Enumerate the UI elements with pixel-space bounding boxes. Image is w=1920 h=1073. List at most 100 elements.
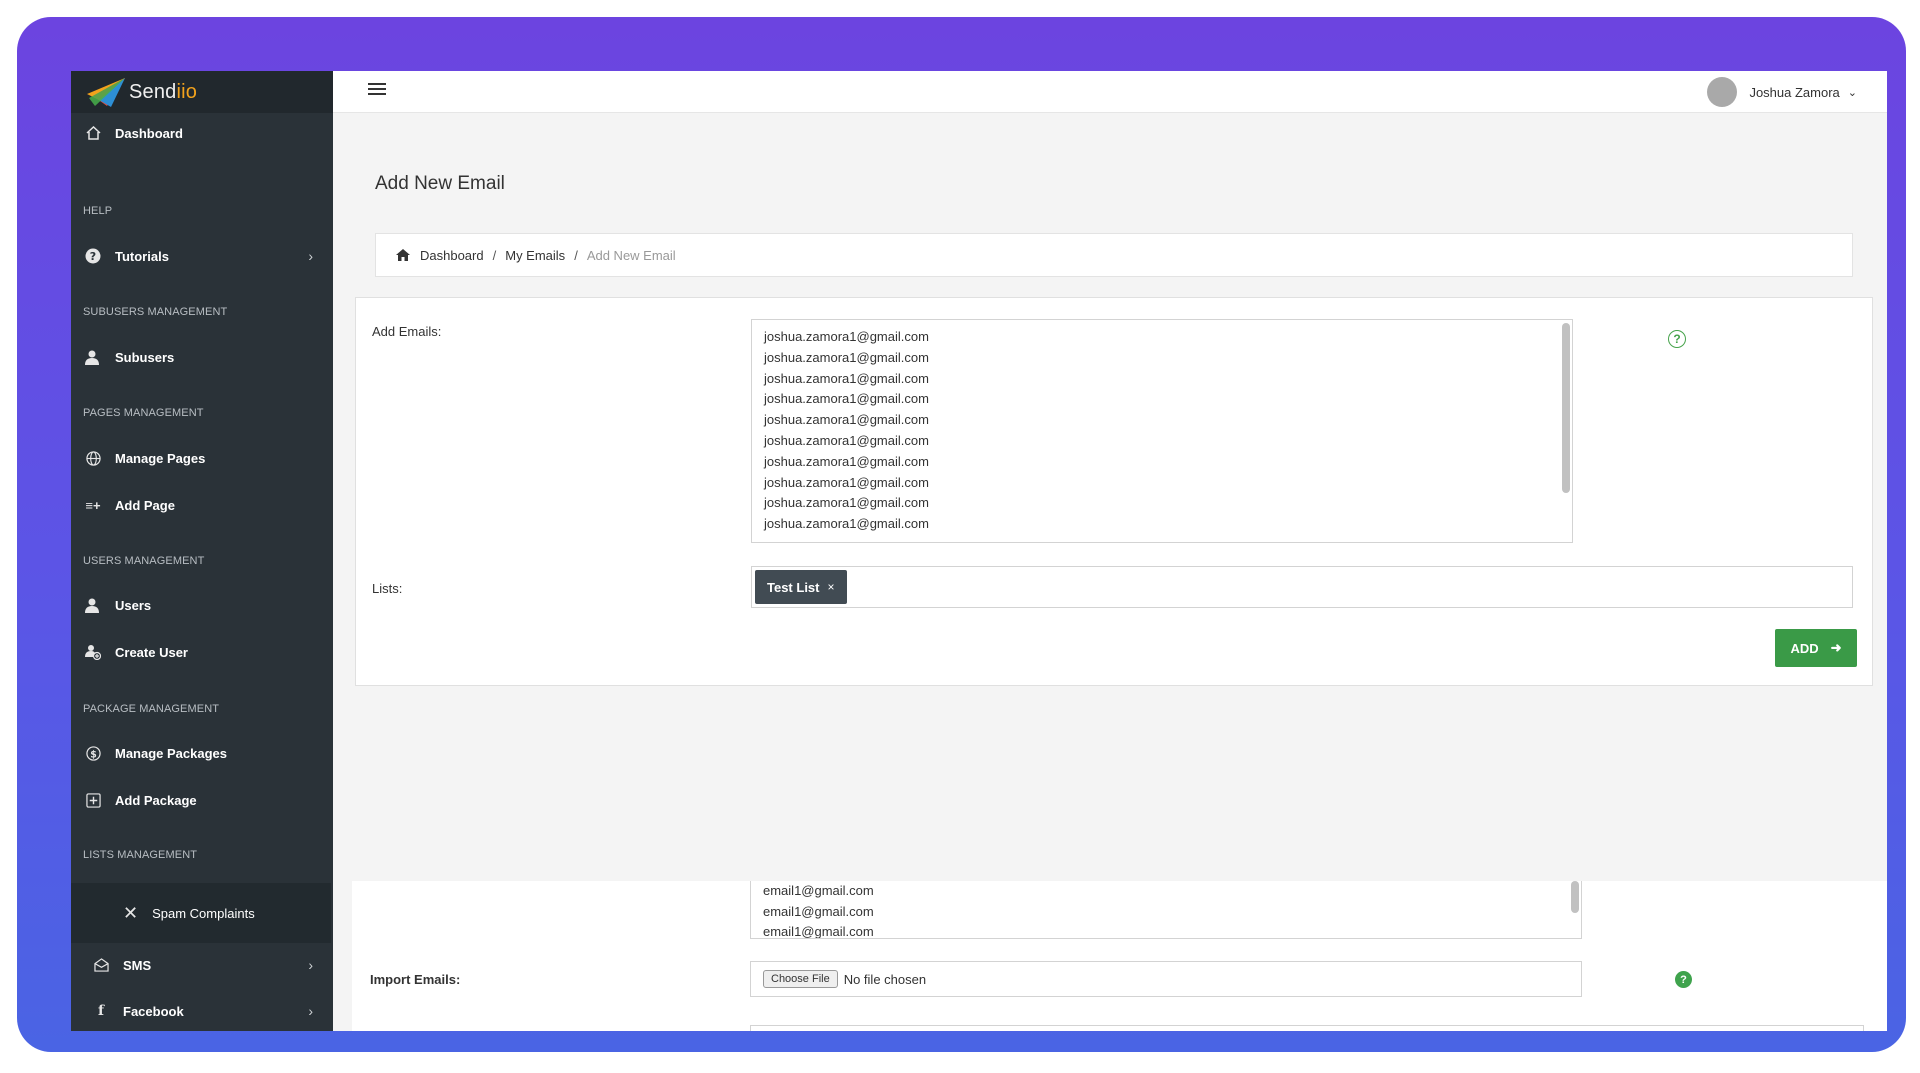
email-line: email1@gmail.com [763,903,874,919]
chevron-down-icon: ⌄ [1847,86,1857,99]
section-help: HELP [83,205,113,217]
sidebar-item-dashboard[interactable]: Dashboard [71,113,333,153]
section-subusers: SUBUSERS MANAGEMENT [83,306,228,318]
paper-plane-logo-icon [87,78,125,107]
file-status: No file chosen [843,971,927,987]
textarea-scrollbar[interactable] [1571,881,1579,913]
window-frame: Sendiio Dashboard HELP ? Tutorials › SUB… [17,17,1906,1052]
user-name: Joshua Zamora [1749,84,1840,100]
dollar-circle-icon: $ [83,743,103,763]
sidebar-item-label: Create User [115,644,188,660]
sidebar-item-label: SMS [123,957,152,973]
sidebar-item-manage-pages[interactable]: Manage Pages [71,438,333,478]
sidebar-item-label: Add Package [115,792,197,808]
email-line: email1@gmail.com [763,883,874,898]
sample-emails-textarea[interactable]: email1@gmail.com email1@gmail.com email1… [750,881,1582,939]
home-icon [396,249,410,261]
chevron-right-icon: › [308,248,313,264]
breadcrumb-dashboard[interactable]: Dashboard [420,248,484,263]
list-tag-label: Test List [767,579,820,595]
email-line: joshua.zamora1@gmail.com [764,495,929,511]
sidebar-item-label: Dashboard [115,125,183,141]
emails-textarea[interactable]: joshua.zamora1@gmail.com joshua.zamora1@… [751,319,1573,543]
sidebar-item-tutorials[interactable]: ? Tutorials › [71,236,333,276]
import-section: email1@gmail.com email1@gmail.com email1… [352,881,1887,1031]
user-menu[interactable]: Joshua Zamora ⌄ [1707,75,1857,109]
section-pages: PAGES MANAGEMENT [83,407,204,419]
sidebar-item-label: Manage Pages [115,450,206,466]
email-line: joshua.zamora1@gmail.com [764,370,929,386]
email-line: joshua.zamora1@gmail.com [764,432,929,448]
logo[interactable]: Sendiio [71,71,333,113]
envelope-open-icon [91,955,111,975]
lists-select[interactable]: Test List × [751,566,1853,608]
chevron-right-icon: › [308,957,313,973]
sidebar-item-facebook[interactable]: f Facebook › [71,991,333,1031]
breadcrumb: Dashboard / My Emails / Add New Email [375,233,1853,277]
import-file-input[interactable]: Choose File No file chosen [750,961,1582,997]
email-line: joshua.zamora1@gmail.com [764,474,929,490]
avatar [1707,77,1738,107]
user-add-icon [83,642,103,662]
add-emails-label: Add Emails: [372,324,442,339]
next-field[interactable] [750,1025,1864,1031]
svg-text:?: ? [90,250,96,263]
chevron-right-icon: › [308,1003,313,1019]
user-icon [83,595,103,615]
question-circle-icon: ? [83,246,103,266]
sidebar-item-manage-packages[interactable]: $ Manage Packages [71,733,333,773]
email-line: email1@gmail.com [763,924,874,939]
import-emails-label: Import Emails: [370,972,461,987]
sidebar-item-label: Spam Complaints [152,905,255,921]
sidebar-item-spam-complaints[interactable]: ✕ Spam Complaints [71,883,331,943]
sidebar-item-label: Add Page [115,497,175,513]
email-line: joshua.zamora1@gmail.com [764,349,929,365]
add-button[interactable]: ADD ➜ [1775,629,1857,667]
arrow-right-icon: ➜ [1830,640,1842,655]
home-icon [83,123,103,143]
hamburger-menu-icon[interactable] [368,83,386,97]
add-email-form: Add Emails: joshua.zamora1@gmail.com jos… [355,297,1873,686]
page-title: Add New Email [375,173,505,194]
sidebar-item-users[interactable]: Users [71,585,333,625]
help-icon[interactable]: ? [1668,330,1686,348]
choose-file-button[interactable]: Choose File [763,970,838,988]
email-line: joshua.zamora1@gmail.com [764,412,929,428]
section-lists: LISTS MANAGEMENT [83,849,198,861]
email-line: joshua.zamora1@gmail.com [764,516,929,532]
breadcrumb-current: Add New Email [586,247,676,263]
facebook-icon: f [97,1003,105,1019]
sidebar-item-label: Tutorials [115,248,169,264]
email-line: joshua.zamora1@gmail.com [764,391,929,407]
tag-remove-icon[interactable]: × [828,580,835,594]
sidebar-item-label: Manage Packages [115,745,228,761]
breadcrumb-my-emails[interactable]: My Emails [505,248,565,263]
section-packages: PACKAGE MANAGEMENT [83,703,220,715]
sidebar-item-create-user[interactable]: Create User [71,632,333,672]
sidebar-item-subusers[interactable]: Subusers [71,337,333,377]
sidebar-item-label: Subusers [115,349,175,365]
globe-icon [83,448,103,468]
email-line: joshua.zamora1@gmail.com [764,329,929,344]
sidebar-item-label: Facebook [123,1003,184,1019]
sidebar: Sendiio Dashboard HELP ? Tutorials › SUB… [71,71,333,1031]
top-bar: Joshua Zamora ⌄ [333,71,1887,113]
email-line: joshua.zamora1@gmail.com [764,453,929,469]
plus-square-icon [83,790,103,810]
sidebar-item-sms[interactable]: SMS › [71,945,333,985]
user-icon [83,347,103,367]
breadcrumb-separator: / [574,247,578,263]
app-screen: Sendiio Dashboard HELP ? Tutorials › SUB… [71,71,1887,1031]
sidebar-item-add-package[interactable]: Add Package [71,780,333,820]
section-users: USERS MANAGEMENT [83,555,205,567]
svg-text:$: $ [90,749,97,760]
sidebar-item-label: Users [115,597,152,613]
lists-label: Lists: [372,581,403,596]
add-button-label: ADD [1790,640,1819,656]
sidebar-item-add-page[interactable]: ≡+ Add Page [71,485,333,525]
brand-name: Sendiio [129,80,198,103]
list-add-icon: ≡+ [85,497,101,513]
help-icon[interactable]: ? [1675,971,1692,988]
close-icon: ✕ [123,902,139,923]
textarea-scrollbar[interactable] [1562,323,1570,493]
